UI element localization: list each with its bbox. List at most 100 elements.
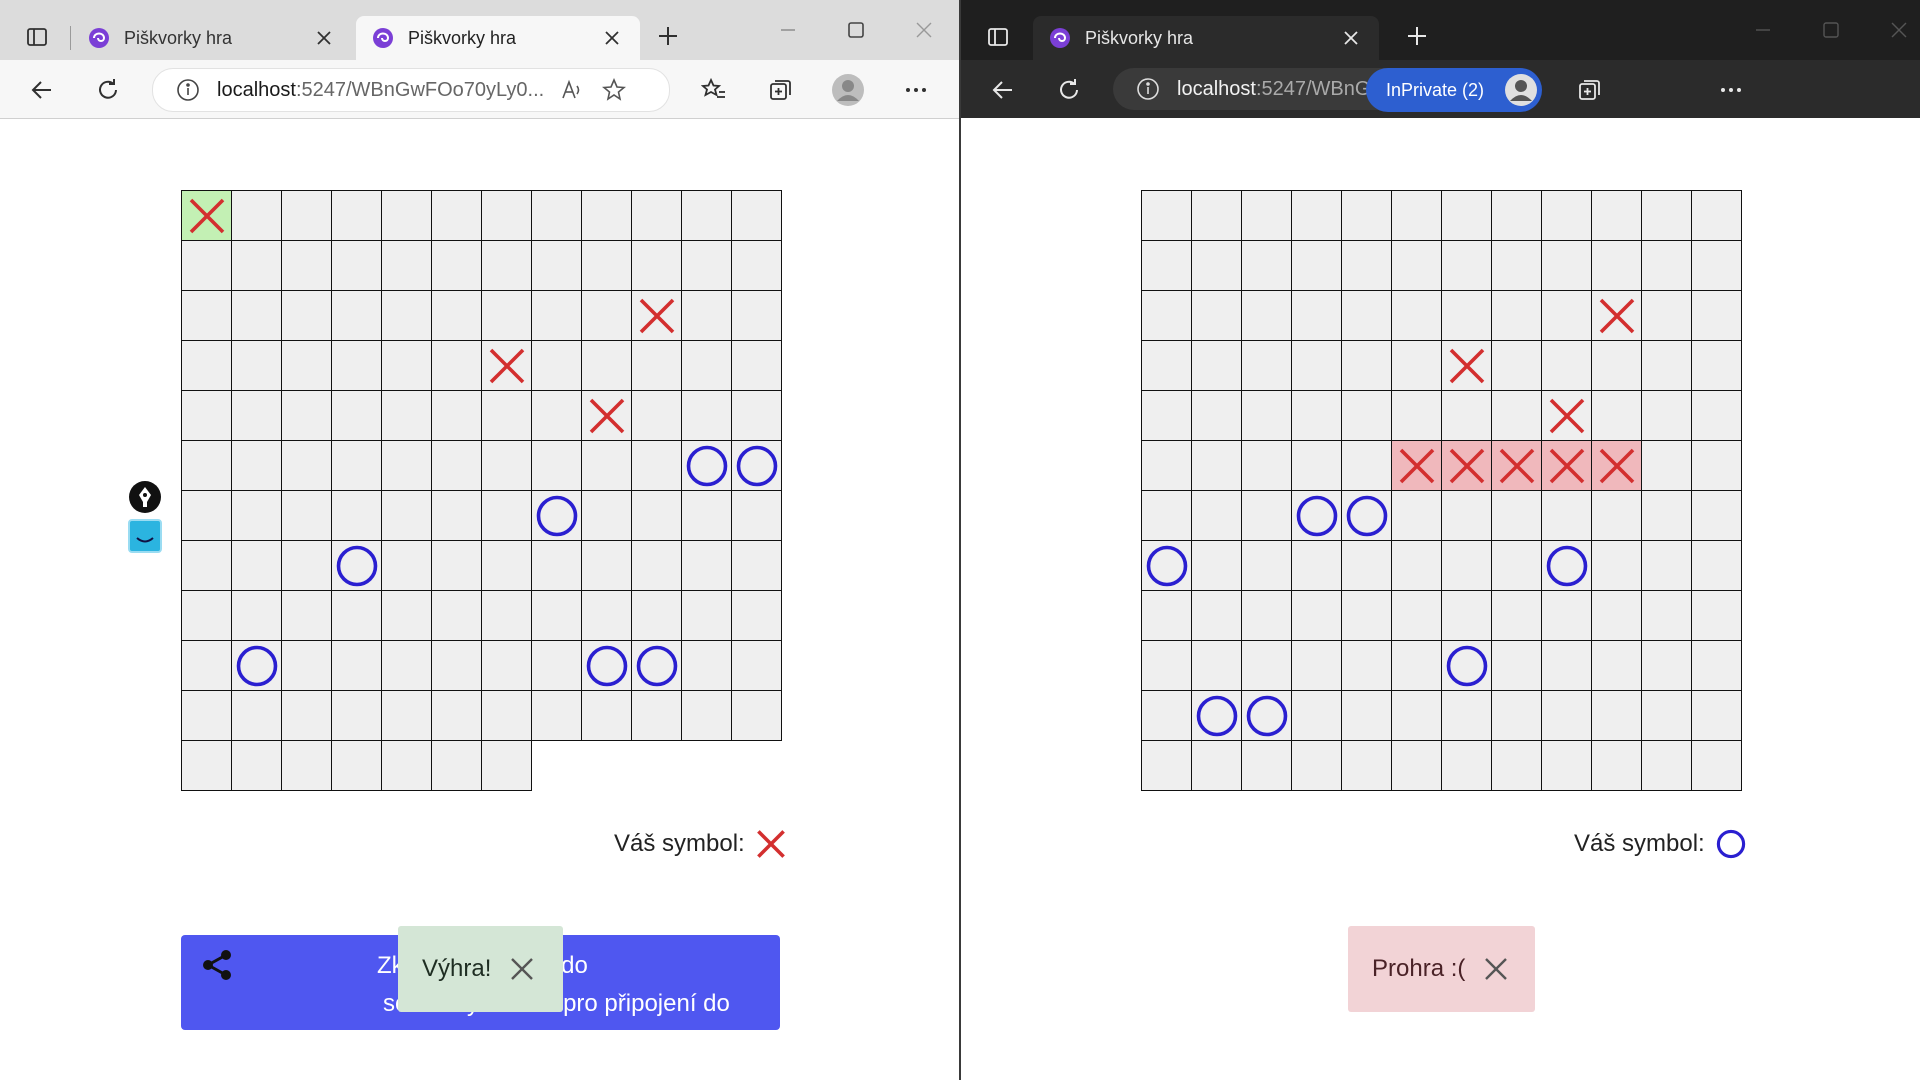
- board-cell[interactable]: [182, 741, 232, 791]
- board-cell[interactable]: [382, 541, 432, 591]
- board-cell[interactable]: [1392, 641, 1442, 691]
- board-cell[interactable]: [1242, 341, 1292, 391]
- board-cell[interactable]: [482, 441, 532, 491]
- board-cell[interactable]: [682, 291, 732, 341]
- board-cell[interactable]: [282, 391, 332, 441]
- board-cell[interactable]: [1292, 391, 1342, 441]
- board-cell[interactable]: [1142, 541, 1192, 591]
- close-window-icon[interactable]: [908, 16, 940, 44]
- board-cell[interactable]: [382, 691, 432, 741]
- board-cell[interactable]: [1192, 591, 1242, 641]
- board-cell[interactable]: [1392, 291, 1442, 341]
- maximize-icon[interactable]: [840, 16, 872, 44]
- board-cell[interactable]: [582, 541, 632, 591]
- board-cell[interactable]: [482, 741, 532, 791]
- board-cell[interactable]: [182, 341, 232, 391]
- board-cell[interactable]: [1492, 491, 1542, 541]
- board-cell[interactable]: [1542, 591, 1592, 641]
- board-cell[interactable]: [382, 241, 432, 291]
- board-cell[interactable]: [582, 341, 632, 391]
- board-cell[interactable]: [232, 591, 282, 641]
- board-cell[interactable]: [532, 491, 582, 541]
- board-cell[interactable]: [582, 691, 632, 741]
- board-cell[interactable]: [1142, 441, 1192, 491]
- sidebar-toggle-icon[interactable]: [22, 22, 52, 52]
- board-cell[interactable]: [582, 391, 632, 441]
- board-cell[interactable]: [732, 441, 782, 491]
- more-options-icon[interactable]: [900, 74, 932, 106]
- board-cell[interactable]: [682, 191, 732, 241]
- board-cell[interactable]: [1292, 191, 1342, 241]
- board-cell[interactable]: [1192, 391, 1242, 441]
- board-cell[interactable]: [382, 641, 432, 691]
- board-cell[interactable]: [1292, 291, 1342, 341]
- board-cell[interactable]: [632, 541, 682, 591]
- board-cell[interactable]: [1142, 491, 1192, 541]
- board-cell[interactable]: [1642, 291, 1692, 341]
- board-cell[interactable]: [1192, 541, 1242, 591]
- board-cell[interactable]: [482, 641, 532, 691]
- board-cell[interactable]: [1342, 341, 1392, 391]
- board-cell[interactable]: [332, 691, 382, 741]
- board-cell[interactable]: [1442, 691, 1492, 741]
- board-cell[interactable]: [632, 491, 682, 541]
- board-cell[interactable]: [182, 541, 232, 591]
- board-cell[interactable]: [332, 641, 382, 691]
- board-cell[interactable]: [232, 291, 282, 341]
- board-cell[interactable]: [1642, 591, 1692, 641]
- board-cell[interactable]: [1292, 441, 1342, 491]
- board-cell[interactable]: [432, 391, 482, 441]
- board-cell[interactable]: [1492, 341, 1542, 391]
- board-cell[interactable]: [532, 341, 582, 391]
- board-cell[interactable]: [332, 341, 382, 391]
- board-cell[interactable]: [732, 491, 782, 541]
- close-toast-icon[interactable]: [1481, 954, 1511, 984]
- close-toast-icon[interactable]: [507, 954, 537, 984]
- board-cell[interactable]: [1292, 741, 1342, 791]
- board-cell[interactable]: [282, 591, 332, 641]
- board-cell[interactable]: [182, 491, 232, 541]
- board-cell[interactable]: [1242, 641, 1292, 691]
- board-cell[interactable]: [582, 491, 632, 541]
- board-cell[interactable]: [532, 441, 582, 491]
- board-cell[interactable]: [632, 641, 682, 691]
- minimize-icon[interactable]: [772, 16, 804, 44]
- board-cell[interactable]: [482, 491, 532, 541]
- board-cell[interactable]: [332, 441, 382, 491]
- board-cell[interactable]: [732, 241, 782, 291]
- board-cell[interactable]: [332, 241, 382, 291]
- board-cell[interactable]: [382, 341, 432, 391]
- board-cell[interactable]: [482, 541, 532, 591]
- board-cell[interactable]: [1592, 641, 1642, 691]
- board-cell[interactable]: [332, 491, 382, 541]
- board-cell[interactable]: [482, 691, 532, 741]
- board-cell[interactable]: [1542, 241, 1592, 291]
- board-cell[interactable]: [732, 641, 782, 691]
- board-cell[interactable]: [732, 391, 782, 441]
- board-cell[interactable]: [632, 241, 682, 291]
- board-cell[interactable]: [1592, 691, 1642, 741]
- board-cell[interactable]: [682, 341, 732, 391]
- board-cell[interactable]: [1242, 591, 1292, 641]
- board-cell[interactable]: [1392, 691, 1442, 741]
- board-cell[interactable]: [1242, 491, 1292, 541]
- board-cell[interactable]: [1492, 391, 1542, 441]
- address-bar[interactable]: localhost:5247/WBnGwFOo70yLy0...: [152, 68, 670, 112]
- board-cell[interactable]: [1392, 741, 1442, 791]
- board-cell[interactable]: [332, 541, 382, 591]
- board-cell[interactable]: [1392, 341, 1442, 391]
- board-cell[interactable]: [1692, 691, 1742, 741]
- board-cell[interactable]: [1492, 591, 1542, 641]
- add-favorite-icon[interactable]: [600, 76, 628, 104]
- board-cell[interactable]: [1542, 741, 1592, 791]
- board-cell[interactable]: [682, 541, 732, 591]
- minimize-icon[interactable]: [1747, 16, 1779, 44]
- board-cell[interactable]: [732, 541, 782, 591]
- board-cell[interactable]: [632, 291, 682, 341]
- board-cell[interactable]: [1592, 341, 1642, 391]
- board-cell[interactable]: [1192, 691, 1242, 741]
- board-cell[interactable]: [682, 391, 732, 441]
- board-cell[interactable]: [532, 641, 582, 691]
- board-cell[interactable]: [582, 641, 632, 691]
- board-cell[interactable]: [1692, 341, 1742, 391]
